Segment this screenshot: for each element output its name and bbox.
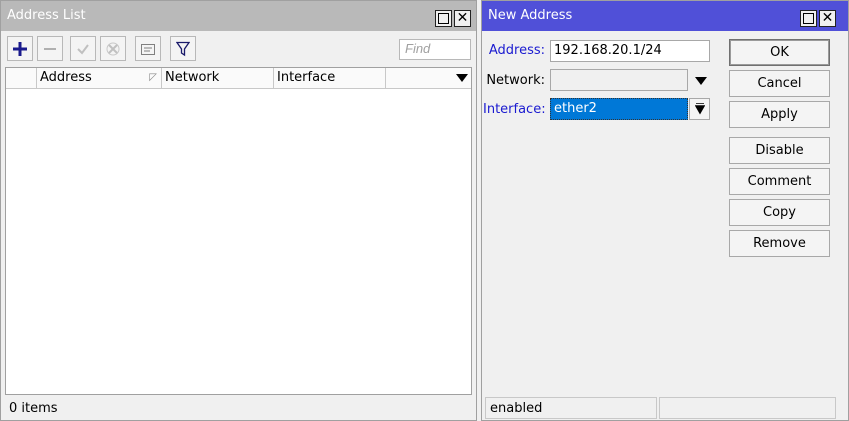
column-address-label: Address	[40, 70, 92, 85]
remove-button[interactable]	[37, 36, 63, 61]
ok-button[interactable]: OK	[729, 39, 830, 66]
status-bar-extra	[659, 397, 836, 419]
dropdown-arrow-icon	[456, 74, 468, 82]
remove-button[interactable]: Remove	[729, 230, 830, 257]
item-count: 0 items	[9, 401, 58, 416]
column-address[interactable]: Address ◸	[37, 68, 162, 88]
sort-icon: ◸	[149, 72, 157, 83]
column-network-label: Network	[165, 70, 220, 85]
maximize-icon	[438, 13, 449, 24]
add-button[interactable]	[7, 36, 33, 61]
address-table[interactable]: Address ◸ Network Interface	[5, 67, 472, 395]
find-input[interactable]: Find	[399, 39, 471, 60]
table-header: Address ◸ Network Interface	[6, 68, 471, 89]
column-interface-label: Interface	[277, 70, 336, 85]
close-button[interactable]: ✕	[819, 10, 836, 27]
close-button[interactable]: ✕	[454, 10, 471, 27]
note-icon	[141, 43, 155, 55]
window-title: New Address	[488, 8, 573, 23]
list-status-bar: 0 items	[4, 397, 474, 419]
interface-label: Interface:	[483, 102, 546, 117]
address-field[interactable]: 192.168.20.1/24	[550, 40, 710, 62]
columns-menu[interactable]	[386, 68, 472, 88]
minus-icon	[44, 47, 56, 50]
column-select[interactable]	[6, 68, 37, 88]
dropdown-arrow-icon	[695, 103, 705, 115]
apply-button[interactable]: Apply	[729, 101, 830, 128]
cross-icon	[106, 42, 120, 55]
address-list-titlebar[interactable]: Address List	[1, 1, 476, 31]
maximize-icon	[803, 13, 814, 24]
maximize-button[interactable]	[435, 10, 452, 27]
new-address-window: New Address ✕ Address: 192.168.20.1/24 N…	[481, 0, 849, 421]
comment-button[interactable]: Comment	[729, 168, 830, 195]
filter-button[interactable]	[170, 36, 196, 61]
filter-icon	[176, 41, 190, 56]
close-icon: ✕	[821, 10, 834, 26]
maximize-button[interactable]	[800, 10, 817, 27]
status-text: enabled	[490, 401, 543, 416]
disable-button[interactable]: Disable	[729, 137, 830, 164]
copy-button[interactable]: Copy	[729, 199, 830, 226]
status-bar-state: enabled	[485, 397, 657, 419]
network-dropdown-icon[interactable]	[695, 77, 707, 85]
window-title: Address List	[7, 8, 86, 23]
cancel-button[interactable]: Cancel	[729, 70, 830, 97]
interface-dropdown-button[interactable]	[689, 98, 710, 120]
column-network[interactable]: Network	[162, 68, 274, 88]
interface-select[interactable]: ether2	[550, 98, 688, 120]
network-field[interactable]	[550, 69, 688, 91]
plus-icon	[13, 41, 27, 56]
network-label: Network:	[486, 73, 545, 88]
comment-button[interactable]	[135, 36, 161, 61]
enable-button[interactable]	[70, 36, 96, 61]
address-list-window: Address List ✕ Find Address ◸ Network In…	[0, 0, 477, 421]
check-icon	[77, 43, 89, 55]
address-label: Address:	[488, 43, 545, 58]
column-interface[interactable]: Interface	[274, 68, 386, 88]
new-address-titlebar[interactable]: New Address	[482, 1, 848, 31]
close-icon: ✕	[456, 10, 469, 26]
disable-button[interactable]	[100, 36, 126, 61]
